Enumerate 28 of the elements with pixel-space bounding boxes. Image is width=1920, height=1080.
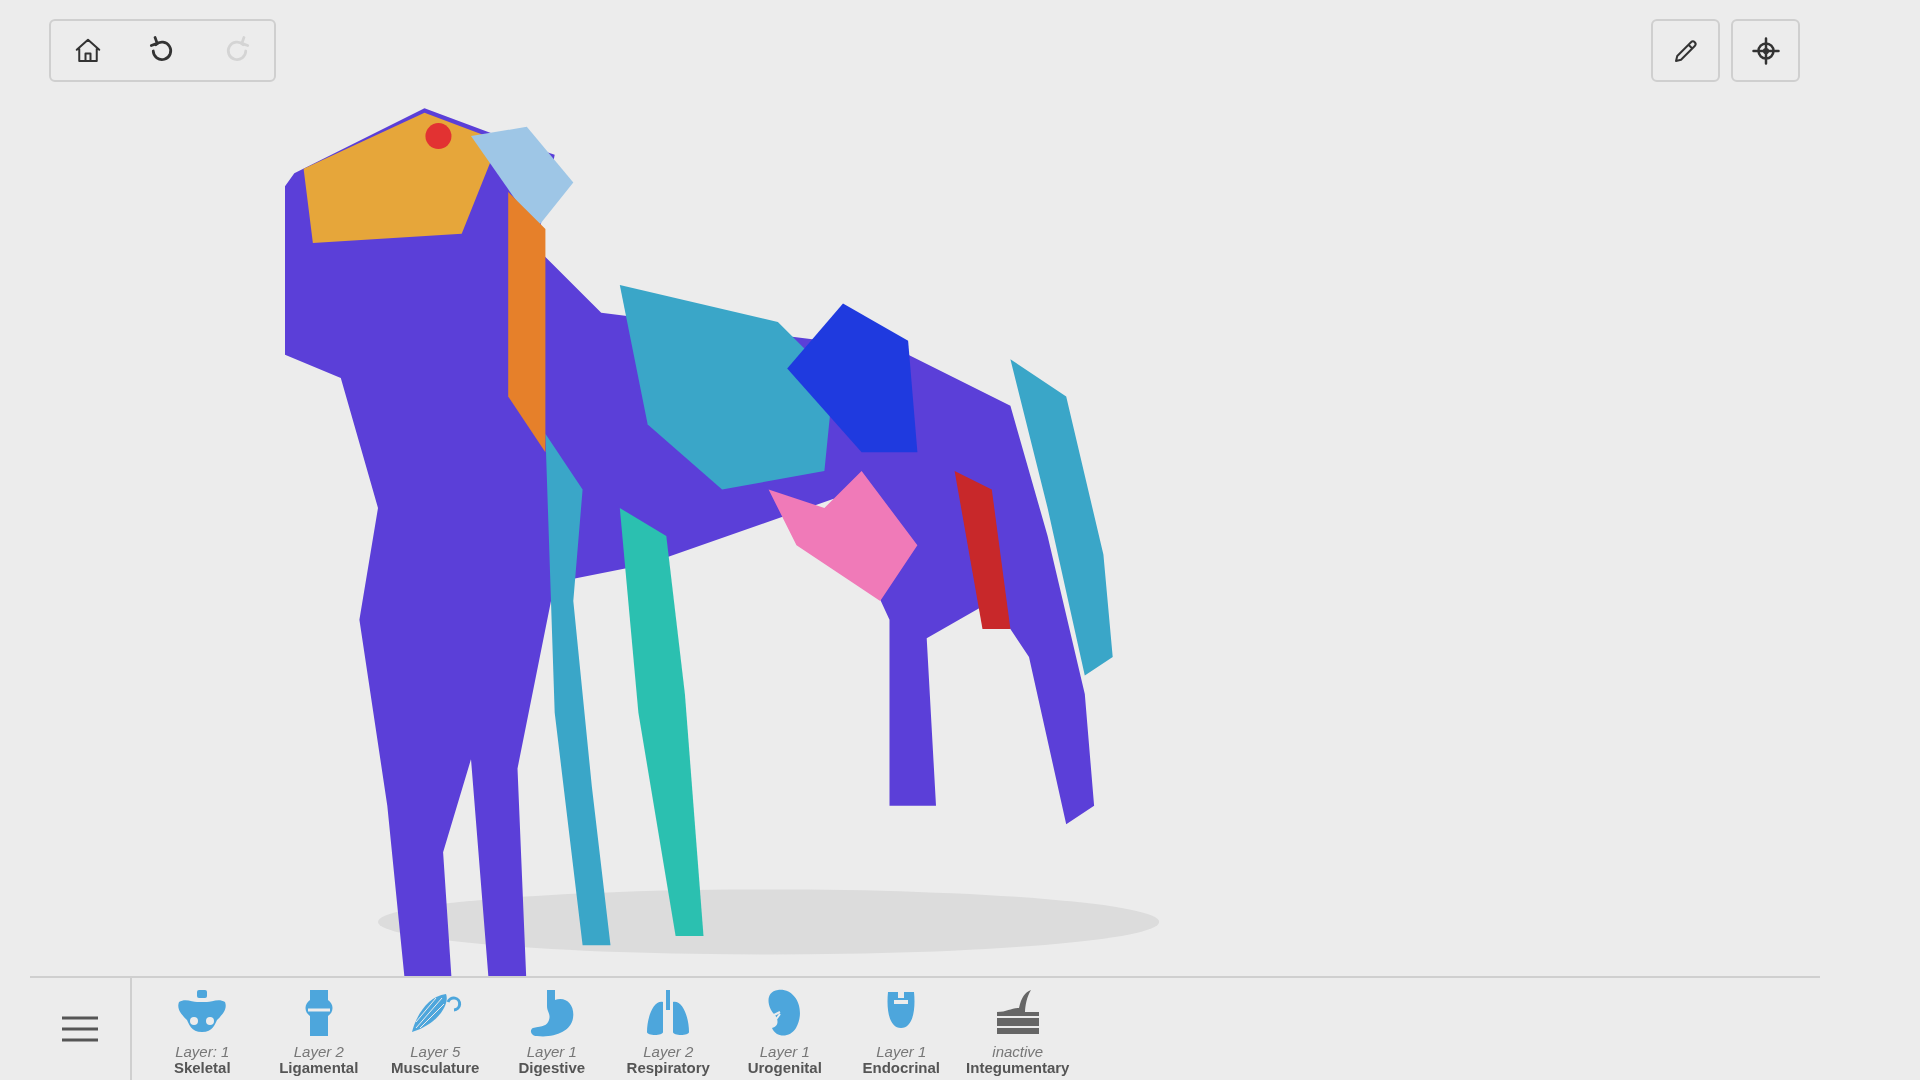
layer-status: inactive (992, 1044, 1044, 1059)
layer-name: Ligamental (279, 1059, 359, 1076)
layer-status: Layer 2 (293, 1044, 344, 1059)
layer-status: Layer 2 (643, 1044, 694, 1059)
layer-toggle[interactable]: Layer 2 Ligamental (260, 978, 377, 1080)
layer-toggle[interactable]: Layer 2 Respiratory (610, 978, 727, 1080)
layer-name: Urogenital (747, 1059, 822, 1076)
layer-status: Layer 1 (759, 1044, 810, 1059)
layer-status: Layer 1 (526, 1044, 577, 1059)
layer-status: Layer: 1 (175, 1044, 230, 1059)
layer-name: Respiratory (626, 1059, 710, 1076)
layer-status: Layer 1 (876, 1044, 927, 1059)
layer-name: Endocrinal (862, 1059, 940, 1076)
layer-toggle[interactable]: Layer: 1 Skeletal (144, 978, 261, 1080)
layer-name: Digestive (518, 1059, 586, 1076)
menu-icon (60, 1015, 100, 1043)
layer-status: Layer 5 (410, 1044, 461, 1059)
layer-toggle[interactable]: Layer 1 Endocrinal (843, 978, 960, 1080)
pencil-tool-button[interactable] (1651, 19, 1720, 82)
layer-name: Integumentary (966, 1059, 1070, 1076)
layer-toggle[interactable]: Layer 5 Musculature (377, 978, 494, 1080)
layer-name: Skeletal (173, 1059, 231, 1076)
layer-name: Musculature (391, 1059, 480, 1076)
layer-toggle[interactable]: Layer 1 Urogenital (726, 978, 843, 1080)
crosshair-icon (1750, 35, 1781, 66)
layer-toggle[interactable]: Layer 1 Digestive (493, 978, 610, 1080)
crosshair-tool-button[interactable] (1731, 19, 1800, 82)
layer-toggle[interactable]: inactive Integumentary (959, 978, 1076, 1080)
